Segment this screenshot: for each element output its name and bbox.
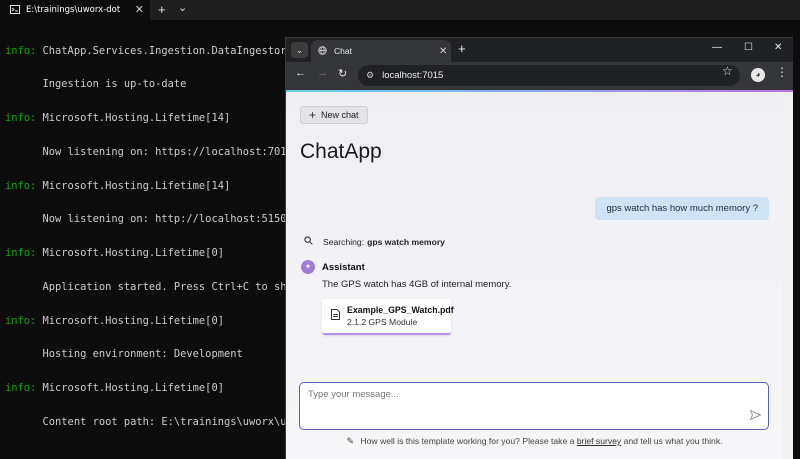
send-icon[interactable]	[749, 409, 762, 423]
terminal-line: Ingestion is up-to-date	[5, 78, 187, 91]
url-text: localhost:7015	[382, 70, 444, 81]
search-icon	[304, 236, 313, 248]
address-bar[interactable]: ⚙ localhost:7015	[358, 65, 740, 86]
terminal-line: info: Microsoft.Hosting.Lifetime[14]	[5, 112, 231, 124]
new-tab-icon[interactable]: +	[158, 2, 166, 17]
search-label: Searching:	[323, 237, 365, 247]
feedback-note: ✎ How well is this template working for …	[286, 436, 783, 447]
survey-link[interactable]: brief survey	[577, 436, 621, 446]
terminal-line: info: ChatApp.Services.Ingestion.DataIng…	[5, 44, 295, 57]
chat-page: + New chat ChatApp gps watch has how muc…	[286, 92, 783, 459]
terminal-line: Application started. Press Ctrl+C to shu…	[5, 280, 295, 293]
close-icon[interactable]: ✕	[135, 3, 144, 16]
assistant-message: The GPS watch has 4GB of internal memory…	[322, 279, 512, 290]
document-icon	[331, 309, 340, 323]
terminal-line: Now listening on: https://localhost:7015	[5, 145, 293, 158]
terminal-icon	[10, 1, 20, 19]
terminal-line: info: Microsoft.Hosting.Lifetime[0]	[5, 247, 224, 259]
new-chat-button[interactable]: + New chat	[300, 106, 368, 124]
terminal-tab-bar: E:\trainings\uworx-dot ✕ + ⌄	[0, 0, 800, 20]
citation-section: 2.1.2 GPS Module	[347, 317, 418, 327]
feedback-prefix: How well is this template working for yo…	[360, 436, 575, 446]
page-title: ChatApp	[300, 140, 382, 163]
reload-icon[interactable]: ↻	[338, 67, 347, 80]
browser-toolbar: ← → ↻ ⚙ localhost:7015 ☆ ◕ ⋮	[286, 62, 793, 90]
pencil-icon: ✎	[346, 436, 355, 446]
close-icon[interactable]: ✕	[439, 46, 447, 57]
terminal-line: info: Microsoft.Hosting.Lifetime[0]	[5, 314, 224, 327]
lightbulb-icon: ✦	[301, 260, 315, 274]
maximize-icon[interactable]: ☐	[744, 42, 753, 53]
terminal-tab[interactable]: E:\trainings\uworx-dot ✕	[0, 0, 150, 20]
citation-card[interactable]: Example_GPS_Watch.pdf 2.1.2 GPS Module	[322, 299, 454, 335]
terminal-line: Content root path: E:\trainings\uworx\uw…	[5, 415, 295, 428]
globe-icon	[318, 42, 327, 60]
browser-window: ⌄ Chat ✕ + — ☐ ✕ ← → ↻ ⚙ localhost:7015 …	[285, 37, 793, 459]
new-chat-label: New chat	[321, 110, 359, 120]
terminal-tab-title: E:\trainings\uworx-dot	[26, 5, 121, 15]
browser-tab-strip: ⌄ Chat ✕ + — ☐ ✕	[286, 38, 793, 62]
tab-chat[interactable]: Chat ✕	[311, 40, 451, 62]
terminal-line: Hosting environment: Development	[5, 348, 243, 361]
minimize-icon[interactable]: —	[712, 42, 722, 53]
search-query: gps watch memory	[367, 237, 445, 247]
message-input-box	[299, 382, 769, 430]
citation-file-name: Example_GPS_Watch.pdf	[347, 305, 454, 315]
tab-search-icon[interactable]: ⌄	[291, 42, 308, 58]
assistant-name: Assistant	[322, 262, 365, 273]
tab-title: Chat	[334, 46, 352, 56]
feedback-suffix: and tell us what you think.	[623, 436, 723, 446]
terminal-output: info: ChatApp.Services.Ingestion.DataIng…	[5, 23, 295, 459]
new-tab-icon[interactable]: +	[458, 41, 466, 56]
terminal-line: info: Microsoft.Hosting.Lifetime[14]	[5, 179, 231, 192]
message-input[interactable]	[308, 389, 728, 400]
terminal-line: info: Microsoft.Hosting.Lifetime[0]	[5, 382, 224, 394]
user-message: gps watch has how much memory ?	[595, 197, 769, 220]
scrollbar[interactable]	[783, 92, 793, 459]
terminal-line: Now listening on: http://localhost:5150	[5, 213, 287, 226]
plus-icon: +	[309, 108, 317, 122]
profile-avatar-icon[interactable]: ◕	[751, 68, 765, 82]
back-icon[interactable]: ←	[295, 67, 306, 79]
bookmark-star-icon[interactable]: ☆	[722, 64, 733, 78]
more-menu-icon[interactable]: ⋮	[776, 65, 788, 79]
close-window-icon[interactable]: ✕	[774, 42, 782, 53]
chevron-down-icon[interactable]: ⌄	[178, 1, 187, 14]
forward-icon[interactable]: →	[317, 67, 328, 79]
site-info-icon[interactable]: ⚙	[366, 70, 374, 81]
search-status: Searching: gps watch memory	[304, 236, 445, 248]
